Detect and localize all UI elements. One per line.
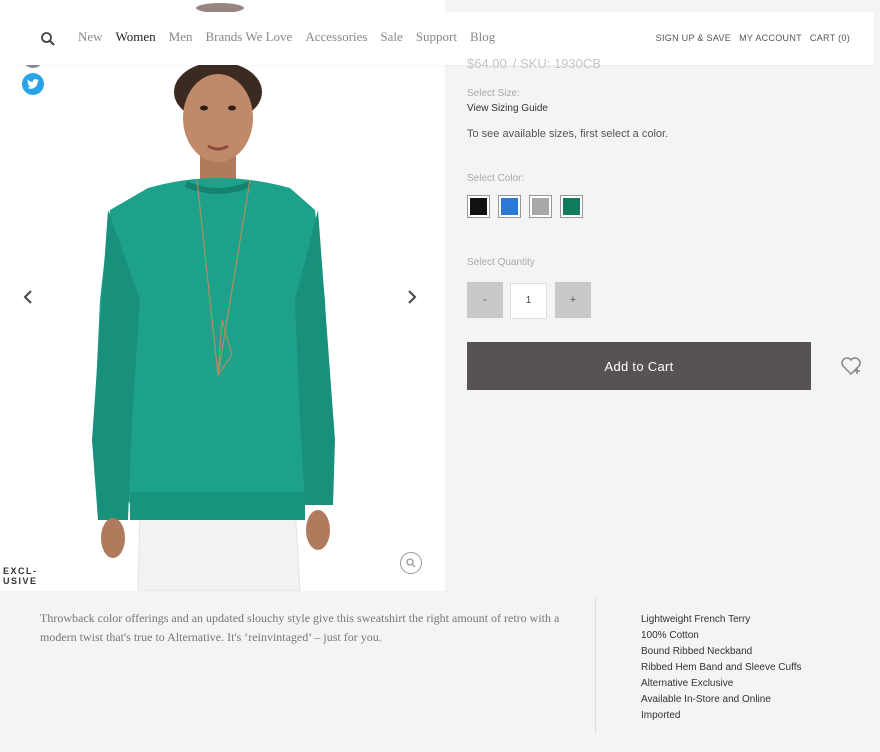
color-swatch-green[interactable] bbox=[560, 195, 583, 218]
price: $64.00 bbox=[467, 56, 507, 71]
account-links: SIGN UP & SAVE MY ACCOUNT CART (0) bbox=[656, 33, 850, 43]
feature-item: Lightweight French Terry bbox=[641, 614, 751, 625]
sizing-guide-link[interactable]: View Sizing Guide bbox=[467, 103, 548, 114]
sku: / SKU: 1930CB bbox=[512, 56, 601, 71]
twitter-icon[interactable] bbox=[22, 73, 44, 95]
divider bbox=[595, 598, 596, 734]
nav-link-brands-we-love[interactable]: Brands We Love bbox=[206, 29, 293, 45]
feature-item: Ribbed Hem Band and Sleeve Cuffs bbox=[641, 662, 802, 673]
my-account-link[interactable]: MY ACCOUNT bbox=[739, 33, 802, 43]
feature-item: 100% Cotton bbox=[641, 630, 699, 641]
size-hint: To see available sizes, first select a c… bbox=[467, 128, 669, 140]
nav-link-women[interactable]: Women bbox=[116, 29, 156, 45]
quantity-decrease-button[interactable]: - bbox=[467, 282, 503, 318]
feature-item: Alternative Exclusive bbox=[641, 678, 734, 689]
select-quantity-label: Select Quantity bbox=[467, 257, 535, 268]
add-to-cart-button[interactable]: Add to Cart bbox=[467, 342, 811, 390]
feature-item: Available In-Store and Online bbox=[641, 694, 771, 705]
nav-link-blog[interactable]: Blog bbox=[470, 29, 495, 45]
next-image-arrow-icon[interactable] bbox=[401, 286, 423, 308]
exclusive-badge: EXCL- USIVE bbox=[3, 566, 43, 586]
wishlist-heart-icon[interactable] bbox=[840, 356, 862, 376]
cart-link[interactable]: CART (0) bbox=[810, 33, 850, 43]
nav-link-support[interactable]: Support bbox=[416, 29, 457, 45]
sign-up-link[interactable]: SIGN UP & SAVE bbox=[656, 33, 731, 43]
select-color-label: Select Color: bbox=[467, 173, 525, 184]
product-description: Throwback color offerings and an updated… bbox=[40, 611, 560, 644]
color-swatch-grey[interactable] bbox=[529, 195, 552, 218]
nav-link-new[interactable]: New bbox=[78, 29, 103, 45]
quantity-increase-button[interactable]: + bbox=[555, 282, 591, 318]
select-size-label: Select Size: bbox=[467, 88, 520, 99]
color-swatch-black[interactable] bbox=[467, 195, 490, 218]
feature-item: Bound Ribbed Neckband bbox=[641, 646, 753, 657]
badge-line-2: USIVE bbox=[3, 576, 38, 586]
zoom-icon[interactable] bbox=[400, 552, 422, 574]
feature-item: Imported bbox=[641, 710, 681, 721]
previous-image-arrow-icon[interactable] bbox=[17, 286, 39, 308]
badge-line-1: EXCL- bbox=[3, 566, 38, 576]
nav-link-men[interactable]: Men bbox=[169, 29, 193, 45]
nav-link-sale[interactable]: Sale bbox=[380, 29, 402, 45]
search-icon[interactable] bbox=[40, 31, 56, 47]
top-navigation: New Women Men Brands We Love Accessories… bbox=[17, 12, 874, 65]
quantity-input[interactable]: 1 bbox=[510, 283, 547, 319]
nav-links: New Women Men Brands We Love Accessories… bbox=[78, 29, 495, 45]
color-swatch-blue[interactable] bbox=[498, 195, 521, 218]
product-page: EXCL- USIVE New Women Men Brands We Love… bbox=[0, 0, 880, 752]
feature-list: Lightweight French Terry 100% Cotton Bou… bbox=[641, 612, 801, 724]
price-row: $64.00 / SKU: 1930CB bbox=[467, 56, 601, 71]
nav-link-accessories[interactable]: Accessories bbox=[305, 29, 367, 45]
product-image-viewer: EXCL- USIVE bbox=[0, 0, 445, 591]
product-image bbox=[92, 62, 335, 591]
